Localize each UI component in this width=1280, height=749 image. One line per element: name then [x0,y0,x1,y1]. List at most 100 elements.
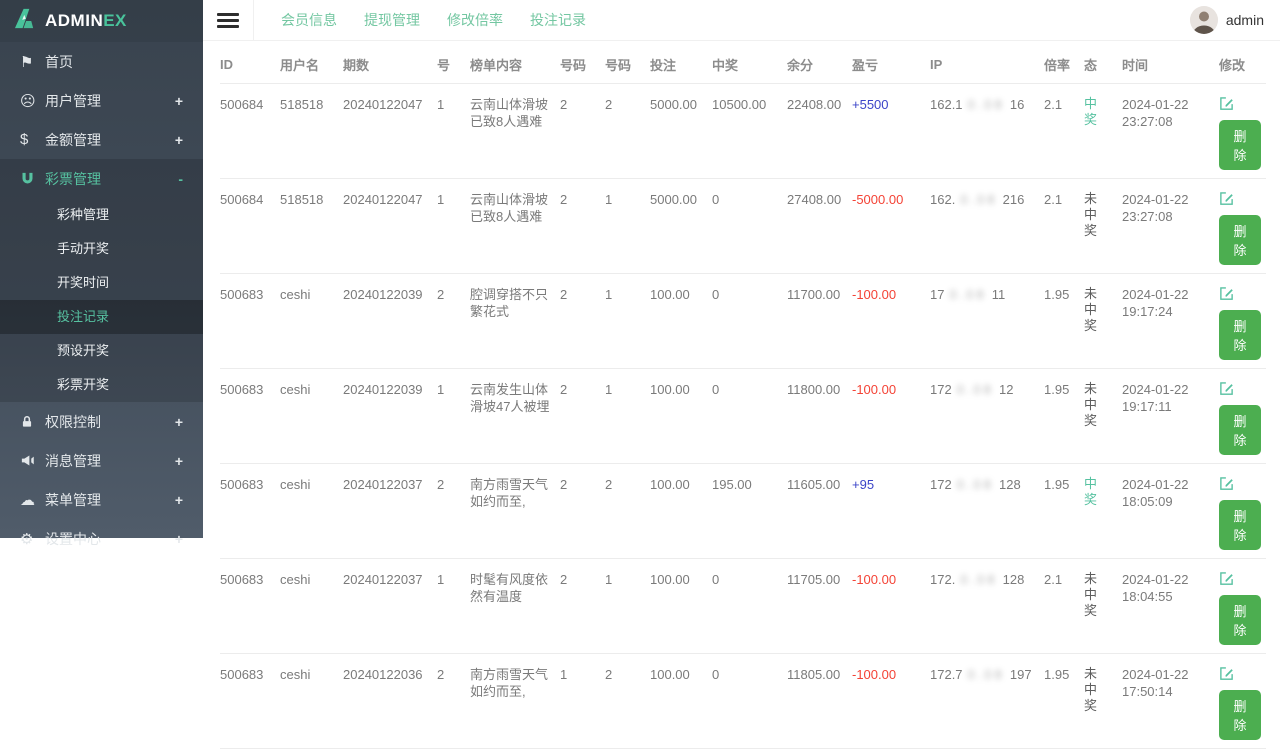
time-value: 2024-01-22 18:04:55 [1122,572,1189,604]
brand-logo-icon [13,7,38,35]
cell-user-value: 518518 [280,97,323,112]
cell-id-value: 500683 [220,382,263,397]
edit-icon[interactable] [1219,476,1234,495]
sidebar-subitem[interactable]: 彩票开奖 [0,368,203,402]
sidebar-subitem[interactable]: 开奖时间 [0,266,203,300]
column-header-label: 号码 [605,58,631,73]
cell-profit: -100.00 [852,654,930,749]
cell-content: 云南山体滑坡已致8人遇难 [470,84,560,179]
sidebar-item-users[interactable]: ☹用户管理+ [0,81,203,120]
sidebar-subitem-label: 手动开奖 [57,241,109,256]
cell-no: 1 [437,84,470,179]
cell-period-value: 20240122037 [343,572,423,587]
topbar: 会员信息 提现管理 修改倍率 投注记录 admin [203,0,1280,41]
sidebar-subitem[interactable]: 投注记录 [0,300,203,334]
topnav-link-0[interactable]: 会员信息 [281,12,337,28]
delete-button[interactable]: 删除 [1219,310,1261,360]
sidebar-item-permissions[interactable]: 权限控制+ [0,402,203,441]
edit-icon[interactable] [1219,96,1234,115]
ip-visible-end: 216 [1003,192,1025,207]
cell-bet: 5000.00 [650,179,712,274]
edit-icon[interactable] [1219,666,1234,685]
time-value: 2024-01-22 19:17:11 [1122,382,1189,414]
cell-num2-value: 2 [605,97,612,112]
profit-value: -100.00 [852,572,896,587]
sidebar-item-settings[interactable]: ⚙设置中心+ [0,519,203,558]
sidebar-item-money[interactable]: $金额管理+ [0,120,203,159]
cell-period-value: 20240122047 [343,192,423,207]
sidebar-subitem[interactable]: 预设开奖 [0,334,203,368]
cloud-icon: ☁ [20,491,45,509]
delete-button[interactable]: 删除 [1219,595,1261,645]
cell-win: 195.00 [712,464,787,559]
cell-time: 2024-01-22 19:17:11 [1122,369,1219,464]
gear-icon: ⚙ [20,530,45,548]
column-header: 号码 [605,45,650,84]
cell-num2: 1 [605,369,650,464]
cell-ip: 1720.0812 [930,369,1044,464]
ip-visible-end: 12 [999,382,1013,397]
sidebar-item-lottery[interactable]: 彩票管理- [0,159,203,198]
cell-user: ceshi [280,274,343,369]
cell-user: ceshi [280,369,343,464]
brand-logo[interactable]: ADMINEX [0,0,203,42]
sidebar-subitem[interactable]: 彩种管理 [0,198,203,232]
cell-content-value: 时髦有风度依然有温度 [470,572,548,604]
sidebar-item-menus[interactable]: ☁菜单管理+ [0,480,203,519]
delete-button[interactable]: 删除 [1219,690,1261,740]
sidebar-subitem[interactable]: 手动开奖 [0,232,203,266]
profit-value: +95 [852,477,874,492]
cell-num2: 2 [605,464,650,559]
sidebar-subitem-label: 开奖时间 [57,275,109,290]
edit-icon[interactable] [1219,191,1234,210]
brand-name: ADMINEX [45,11,127,31]
topnav-link-1[interactable]: 提现管理 [364,12,420,28]
column-header: 中奖 [712,45,787,84]
profit-value: -100.00 [852,287,896,302]
cell-period-value: 20240122039 [343,287,423,302]
delete-button[interactable]: 删除 [1219,405,1261,455]
cell-actions: 删除 [1219,84,1266,179]
cell-num1-value: 2 [560,572,567,587]
topnav-link-3[interactable]: 投注记录 [530,12,586,28]
username-label: admin [1226,12,1264,28]
column-header-label: 盈亏 [852,58,878,73]
sidebar-group: 权限控制+ [0,402,203,441]
column-header: 用户名 [280,45,343,84]
user-icon: ☹ [20,92,45,110]
expand-indicator: + [175,531,183,547]
cell-win-value: 10500.00 [712,97,766,112]
cell-win-value: 195.00 [712,477,752,492]
ip-visible-start: 162. [930,192,955,207]
content-area: ID用户名期数号榜单内容号码号码投注中奖余分盈亏IP倍率态时间修改 500684… [203,41,1280,749]
rate-value: 1.95 [1044,477,1069,492]
table-row: 500683ceshi202401220362南方雨雪天气如约而至,12100.… [220,654,1266,749]
cell-period-value: 20240122037 [343,477,423,492]
edit-icon[interactable] [1219,571,1234,590]
cell-num2: 2 [605,84,650,179]
column-header-label: 倍率 [1044,58,1070,73]
edit-icon[interactable] [1219,286,1234,305]
delete-button[interactable]: 删除 [1219,215,1261,265]
sidebar-item-messages[interactable]: 消息管理+ [0,441,203,480]
cell-num2-value: 2 [605,667,612,682]
topnav-link-2[interactable]: 修改倍率 [447,12,503,28]
delete-button[interactable]: 删除 [1219,120,1261,170]
cell-rate: 2.1 [1044,179,1084,274]
ip-visible-start: 172 [930,477,952,492]
cell-no-value: 1 [437,572,444,587]
cell-profit: -100.00 [852,369,930,464]
cell-num1: 2 [560,559,605,654]
edit-icon[interactable] [1219,381,1234,400]
hamburger-menu-icon[interactable] [217,10,239,31]
delete-button[interactable]: 删除 [1219,500,1261,550]
cell-time: 2024-01-22 18:05:09 [1122,464,1219,559]
ip-visible-end: 16 [1010,97,1024,112]
cell-rate: 2.1 [1044,84,1084,179]
table-row: 500683ceshi202401220391云南发生山体滑坡47人被埋2110… [220,369,1266,464]
cell-content: 南方雨雪天气如约而至, [470,654,560,749]
sidebar-item-home[interactable]: ⚑首页 [0,42,203,81]
cell-profit: -100.00 [852,274,930,369]
cell-ip: 172.70.08197 [930,654,1044,749]
user-menu[interactable]: admin [1190,6,1264,34]
